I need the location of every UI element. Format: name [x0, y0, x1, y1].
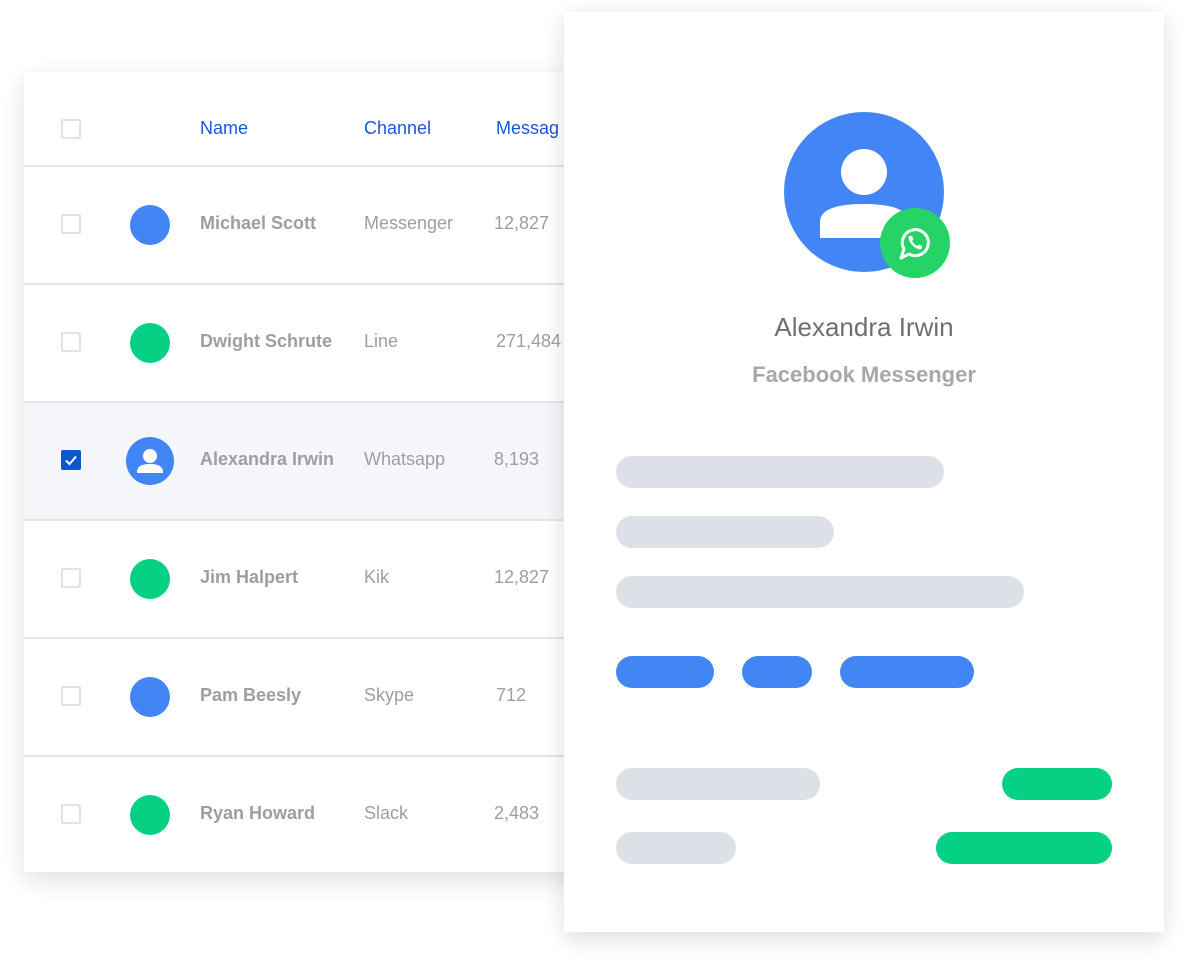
avatar: [130, 677, 170, 717]
contact-detail-panel: Alexandra Irwin Facebook Messenger: [564, 12, 1164, 932]
cell-name: Michael Scott: [200, 213, 317, 233]
placeholder-value: [936, 832, 1112, 864]
cell-messages: 8,193: [494, 449, 540, 469]
row-checkbox-checked[interactable]: [61, 450, 81, 470]
cell-channel: Messenger: [364, 213, 454, 233]
contact-name: Alexandra Irwin: [774, 312, 954, 342]
cell-name: Dwight Schrute: [200, 331, 333, 351]
column-header-channel[interactable]: Channel: [364, 118, 431, 139]
placeholder-line: [616, 516, 834, 548]
table-row-selected[interactable]: Alexandra Irwin Whatsapp 8,193: [24, 403, 624, 521]
cell-channel: Whatsapp: [364, 449, 446, 469]
cell-messages: 712: [496, 685, 527, 705]
avatar: [130, 559, 170, 599]
row-checkbox[interactable]: [61, 804, 81, 824]
table-row[interactable]: Ryan Howard Slack 2,483: [24, 757, 624, 873]
table-row[interactable]: Jim Halpert Kik 12,827: [24, 521, 624, 639]
cell-messages: 12,827: [494, 213, 550, 233]
checkmark-icon: [65, 455, 77, 466]
contacts-table: Name Channel Messag Michael Scott Messen…: [24, 72, 624, 872]
tag-pill[interactable]: [840, 656, 974, 688]
table-header: Name Channel Messag: [24, 72, 624, 167]
column-header-name[interactable]: Name: [200, 118, 248, 139]
cell-messages: 12,827: [494, 567, 550, 587]
table-row[interactable]: Pam Beesly Skype 712: [24, 639, 624, 757]
placeholder-line: [616, 576, 1024, 608]
table-row[interactable]: Dwight Schrute Line 271,484: [24, 285, 624, 403]
cell-name: Pam Beesly: [200, 685, 302, 705]
cell-channel: Kik: [364, 567, 390, 587]
placeholder-label: [616, 768, 820, 800]
cell-messages: 271,484: [496, 331, 562, 351]
whatsapp-icon: [880, 208, 950, 278]
cell-channel: Slack: [364, 803, 409, 823]
table-row[interactable]: Michael Scott Messenger 12,827: [24, 167, 624, 285]
cell-name: Alexandra Irwin: [200, 449, 335, 469]
cell-messages: 2,483: [494, 803, 540, 823]
avatar: [130, 795, 170, 835]
cell-name: Jim Halpert: [200, 567, 299, 587]
tag-pill[interactable]: [616, 656, 714, 688]
placeholder-value: [1002, 768, 1112, 800]
cell-channel: Skype: [364, 685, 415, 705]
placeholder-line: [616, 456, 944, 488]
tag-pill[interactable]: [742, 656, 812, 688]
contact-channel: Facebook Messenger: [752, 362, 976, 387]
avatar-person-icon: [126, 437, 174, 485]
row-checkbox[interactable]: [61, 332, 81, 352]
select-all-checkbox[interactable]: [61, 119, 81, 139]
row-checkbox[interactable]: [61, 568, 81, 588]
row-checkbox[interactable]: [61, 214, 81, 234]
avatar: [130, 205, 170, 245]
cell-name: Ryan Howard: [200, 803, 316, 823]
avatar: [130, 323, 170, 363]
row-checkbox[interactable]: [61, 686, 81, 706]
cell-channel: Line: [364, 331, 399, 351]
column-header-messages[interactable]: Messag: [496, 118, 559, 139]
placeholder-label: [616, 832, 736, 864]
